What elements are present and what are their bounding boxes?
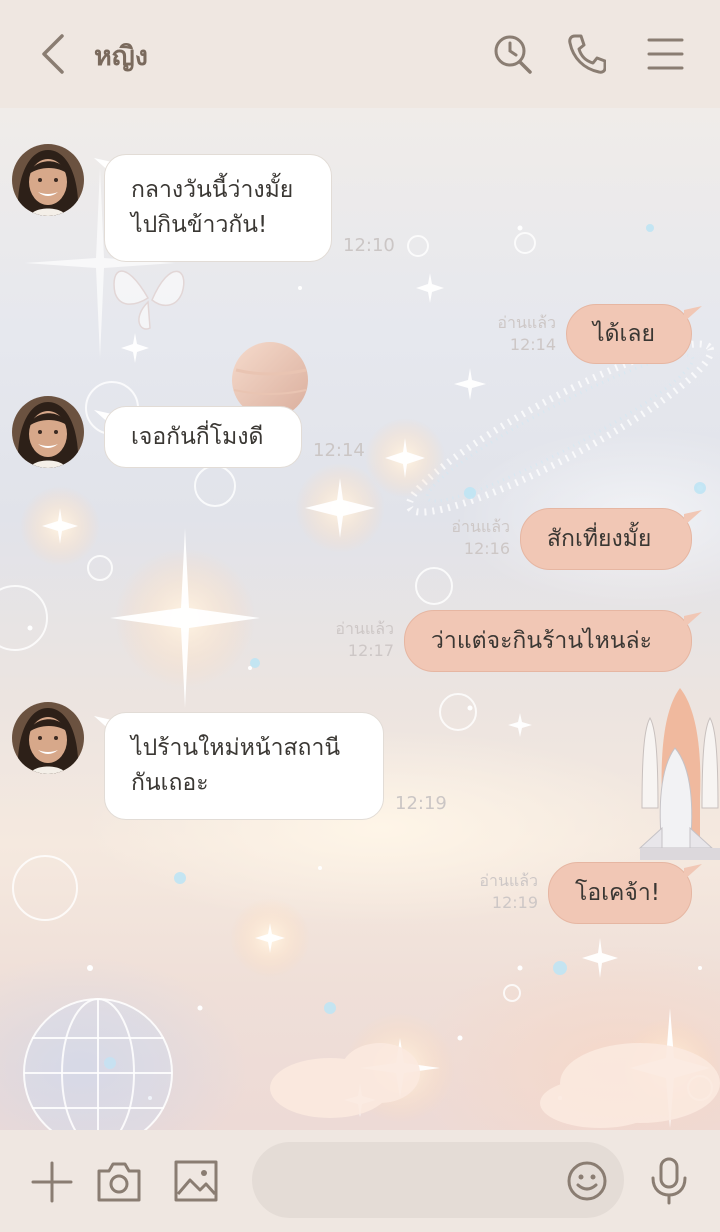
message-text: เจอกันกี่โมงดี: [131, 423, 264, 450]
message-text: ว่าแต่จะกินร้านไหนล่ะ: [431, 627, 652, 654]
avatar[interactable]: [12, 396, 84, 468]
message-bubble-outgoing[interactable]: ว่าแต่จะกินร้านไหนล่ะ: [404, 610, 692, 672]
message-text: กันเถอะ: [131, 770, 209, 796]
read-receipt: อ่านแล้ว: [479, 871, 538, 890]
message-time: 12:14: [509, 335, 556, 354]
phone-icon[interactable]: [566, 32, 607, 76]
message-bubble-outgoing[interactable]: ได้เลย: [566, 304, 692, 364]
message-text: กลางวันนี้ว่างมั้ย: [131, 177, 294, 203]
message-bubble-outgoing[interactable]: โอเคจ้า!: [548, 862, 692, 924]
back-chevron-icon[interactable]: [34, 32, 74, 76]
plus-icon[interactable]: [30, 1160, 74, 1208]
message-time: 12:10: [343, 235, 395, 256]
message-time: 12:19: [395, 793, 447, 814]
message-meta: อ่านแล้ว 12:16: [432, 516, 510, 560]
avatar[interactable]: [12, 144, 84, 216]
message-time: 12:16: [463, 539, 510, 558]
bubble-tail: [684, 612, 702, 628]
message-text: ได้เลย: [593, 320, 655, 347]
microphone-icon[interactable]: [648, 1156, 690, 1210]
chat-header: หญิง: [0, 0, 720, 108]
message-bubble-incoming[interactable]: กลางวันนี้ว่างมั้ย ไปกินข้าวกัน!: [104, 154, 332, 262]
message-meta: อ่านแล้ว 12:17: [316, 618, 394, 662]
message-time: 12:14: [313, 440, 365, 461]
bubble-tail: [684, 306, 702, 322]
bubble-tail: [684, 864, 702, 880]
read-receipt: อ่านแล้ว: [451, 517, 510, 536]
emoji-icon[interactable]: [566, 1160, 608, 1206]
read-receipt: อ่านแล้ว: [497, 313, 556, 332]
menu-icon[interactable]: [646, 32, 686, 76]
search-history-icon[interactable]: [492, 32, 532, 76]
camera-icon[interactable]: [96, 1158, 142, 1208]
message-text: ไปร้านใหม่หน้าสถานี: [131, 735, 341, 761]
read-receipt: อ่านแล้ว: [335, 619, 394, 638]
avatar[interactable]: [12, 702, 84, 774]
message-time: 12:17: [347, 641, 394, 660]
message-meta: อ่านแล้ว 12:14: [478, 312, 556, 356]
message-text: โอเคจ้า!: [575, 879, 661, 906]
message-time: 12:19: [491, 893, 538, 912]
message-bubble-incoming[interactable]: เจอกันกี่โมงดี: [104, 406, 302, 468]
chat-area[interactable]: กลางวันนี้ว่างมั้ย ไปกินข้าวกัน! 12:10 อ…: [0, 108, 720, 1130]
message-bubble-incoming[interactable]: ไปร้านใหม่หน้าสถานี กันเถอะ: [104, 712, 384, 820]
message-text: สักเที่ยงมั้ย: [547, 525, 652, 552]
message-bubble-outgoing[interactable]: สักเที่ยงมั้ย: [520, 508, 692, 570]
chat-title: หญิง: [94, 41, 148, 72]
message-composer: [0, 1130, 720, 1232]
message-text: ไปกินข้าวกัน!: [131, 212, 268, 238]
message-meta: อ่านแล้ว 12:19: [460, 870, 538, 914]
bubble-tail: [684, 510, 702, 526]
image-icon[interactable]: [174, 1160, 218, 1206]
